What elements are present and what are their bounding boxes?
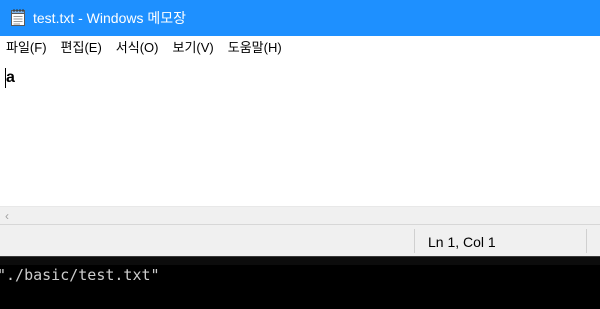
horizontal-scrollbar[interactable]: ‹ (0, 206, 600, 224)
menu-help[interactable]: 도움말(H) (221, 37, 289, 59)
status-divider (586, 229, 587, 253)
title-bar[interactable]: test.txt - Windows 메모장 (0, 0, 600, 36)
editor-content: a (6, 69, 15, 86)
console-window: "./basic/test.txt" (0, 265, 600, 309)
cursor-position: Ln 1, Col 1 (428, 234, 496, 250)
menu-edit[interactable]: 편집(E) (54, 37, 109, 59)
scroll-left-icon[interactable]: ‹ (5, 210, 15, 222)
menu-format[interactable]: 서식(O) (109, 37, 166, 59)
menu-bar: 파일(F) 편집(E) 서식(O) 보기(V) 도움말(H) (0, 36, 600, 60)
status-bar: Ln 1, Col 1 (0, 224, 600, 256)
notepad-icon (10, 8, 27, 27)
console-output: "./basic/test.txt" (0, 266, 160, 284)
console-border (0, 256, 600, 265)
text-editor[interactable]: a (0, 60, 600, 206)
status-divider (414, 229, 415, 253)
menu-file[interactable]: 파일(F) (0, 37, 54, 59)
window-title: test.txt - Windows 메모장 (33, 10, 186, 26)
menu-view[interactable]: 보기(V) (165, 37, 220, 59)
